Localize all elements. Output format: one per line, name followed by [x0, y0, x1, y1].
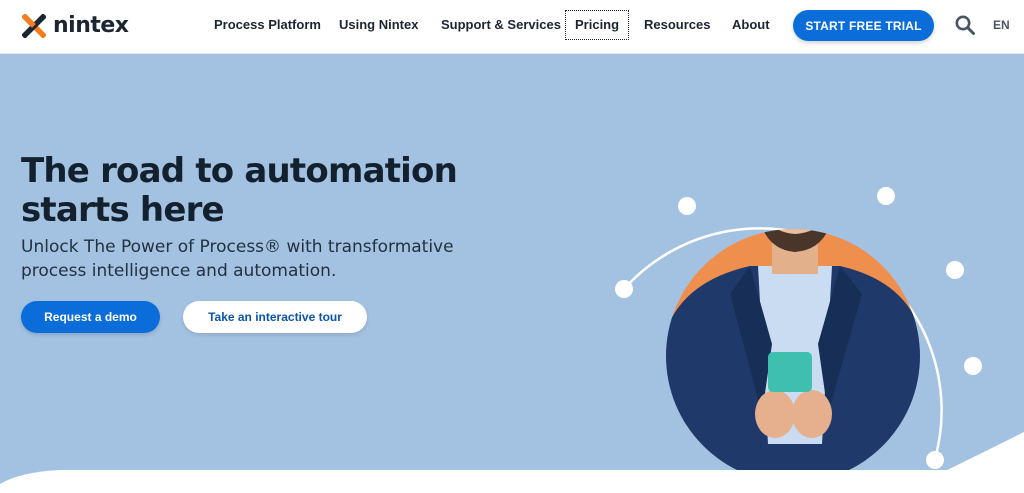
language-selector[interactable]: EN — [993, 18, 1010, 32]
nintex-logo[interactable]: nintex — [22, 13, 129, 39]
hero-wave-divider — [0, 432, 1024, 493]
hero-section: The road to automation starts here Unloc… — [0, 54, 1024, 493]
nav-process-platform[interactable]: Process Platform — [214, 16, 321, 34]
search-icon[interactable] — [954, 14, 976, 36]
nav-using-nintex[interactable]: Using Nintex — [339, 16, 418, 34]
site-header: nintex Process Platform Using Nintex Sup… — [0, 0, 1024, 54]
brand-name: nintex — [53, 13, 129, 38]
nav-about[interactable]: About — [732, 16, 770, 34]
nav-resources[interactable]: Resources — [644, 16, 710, 34]
nintex-x-logo-icon — [22, 14, 46, 38]
nav-pricing[interactable]: Pricing — [565, 10, 630, 40]
nav-support-services[interactable]: Support & Services — [441, 16, 561, 34]
start-free-trial-button[interactable]: START FREE TRIAL — [793, 10, 934, 41]
